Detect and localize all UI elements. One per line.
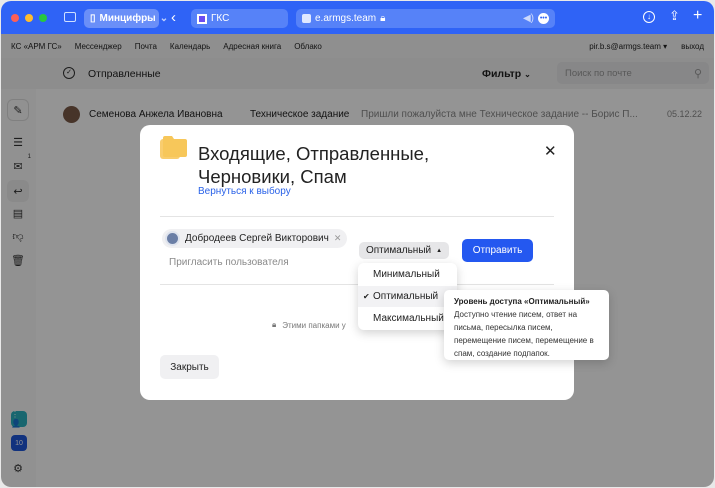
more-icon[interactable]: ••• xyxy=(538,13,549,24)
send-button[interactable]: Отправить xyxy=(462,239,533,262)
close-button[interactable]: Закрыть xyxy=(160,355,219,379)
download-icon[interactable]: ↓ xyxy=(643,11,655,23)
tooltip-text: Доступно чтение писем, ответ на письма, … xyxy=(454,310,594,358)
user-chip: Добродеев Сергей Викторович ✕ xyxy=(162,229,348,248)
folder-icon xyxy=(160,136,187,159)
share-icon[interactable]: ⇪ xyxy=(669,8,680,24)
back-icon[interactable]: ‹ xyxy=(171,9,176,26)
avatar xyxy=(165,231,180,246)
site-favicon-icon xyxy=(302,14,311,23)
option-maximal[interactable]: Максимальный xyxy=(358,308,457,329)
option-minimal[interactable]: Минимальный xyxy=(358,264,457,285)
tab-group-button[interactable]: ▯ Минцифры ⌄ xyxy=(84,9,168,28)
access-note: 🔒︎ Этими папками у xyxy=(272,320,346,330)
back-to-selection-link[interactable]: Вернуться к выбору xyxy=(198,186,291,197)
close-icon[interactable]: ✕ xyxy=(544,142,557,160)
tab-gks[interactable]: ГКС xyxy=(191,9,288,28)
browser-toolbar: ▯ Минцифры ⌄ ‹ ГКС e.armgs.team 🔒︎ ◀︎) ••• ↓ … xyxy=(1,1,714,34)
dialog-title: Входящие, Отправленные, Черновики, Спам xyxy=(198,143,430,187)
chevron-down-icon: ⌄ xyxy=(159,13,169,24)
sidebar-toggle-icon[interactable] xyxy=(64,12,76,22)
address-bar[interactable]: e.armgs.team 🔒︎ ◀︎) ••• xyxy=(296,9,555,28)
access-level-select[interactable]: Оптимальный ▲ xyxy=(359,242,449,259)
tooltip-title: Уровень доступа «Оптимальный» xyxy=(454,297,590,306)
divider xyxy=(160,284,554,285)
maximize-window-button[interactable] xyxy=(39,14,47,22)
invite-user-input[interactable]: Пригласить пользователя xyxy=(169,257,289,268)
option-optimal[interactable]: Оптимальный xyxy=(358,286,457,307)
access-level-tooltip: Уровень доступа «Оптимальный» Доступно чт… xyxy=(444,290,609,360)
caret-up-icon: ▲ xyxy=(436,247,443,254)
lock-icon: 🔒︎ xyxy=(380,13,386,24)
divider xyxy=(160,216,554,217)
minimize-window-button[interactable] xyxy=(25,14,33,22)
gks-favicon-icon xyxy=(197,13,207,24)
phone-icon: ▯ xyxy=(90,13,96,24)
remove-user-icon[interactable]: ✕ xyxy=(334,233,342,244)
speaker-icon[interactable]: ◀︎) xyxy=(523,13,534,24)
new-tab-icon[interactable]: + xyxy=(693,7,702,25)
lock-icon: 🔒︎ xyxy=(272,320,277,329)
access-level-dropdown: Минимальный Оптимальный Максимальный xyxy=(358,263,457,330)
close-window-button[interactable] xyxy=(11,14,19,22)
